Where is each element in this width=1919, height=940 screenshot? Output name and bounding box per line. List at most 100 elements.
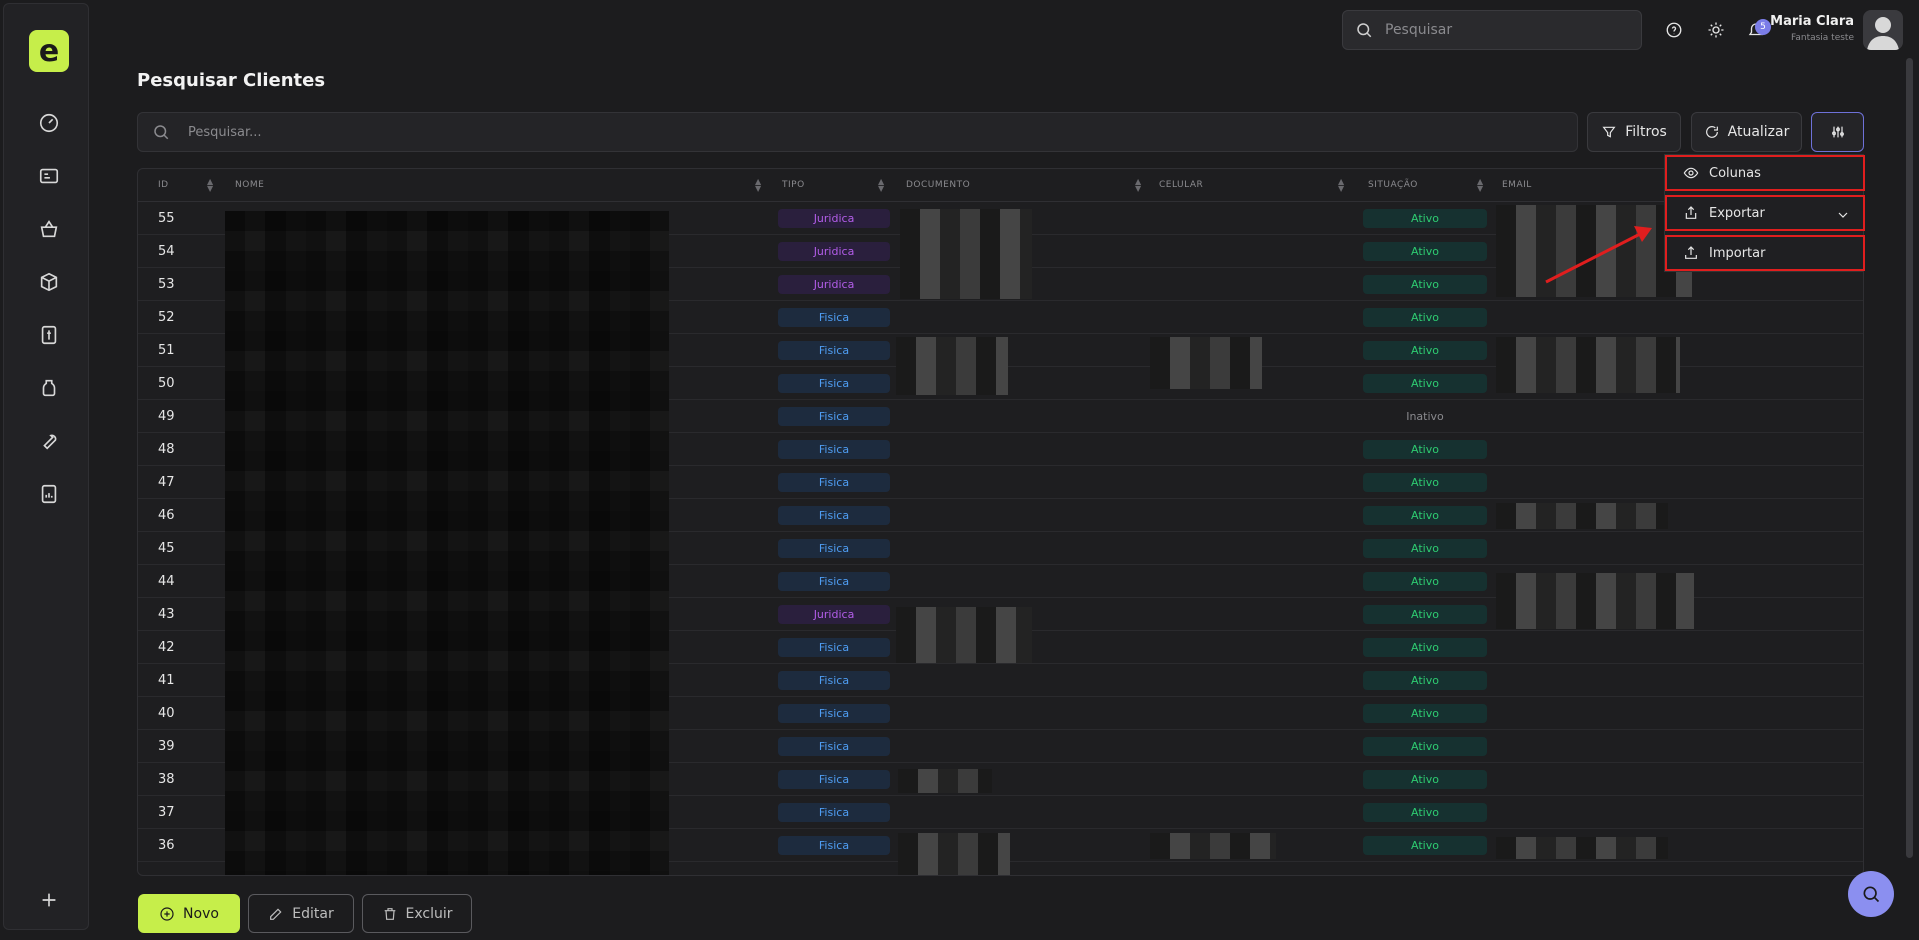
page-title: Pesquisar Clientes: [137, 70, 326, 91]
wrench-icon[interactable]: [37, 429, 61, 453]
status-badge: Ativo: [1363, 308, 1487, 327]
status-badge: Ativo: [1363, 770, 1487, 789]
status-badge: Ativo: [1363, 704, 1487, 723]
new-button[interactable]: Novo: [138, 894, 240, 933]
filters-button[interactable]: Filtros: [1587, 112, 1681, 152]
menu-item-export[interactable]: Exportar: [1665, 195, 1865, 231]
tipo-badge: Juridica: [778, 242, 890, 261]
cell-id: 36: [158, 838, 175, 853]
cell-id: 45: [158, 541, 175, 556]
redacted-documento: [898, 833, 1010, 875]
user-name[interactable]: Maria Clara: [1770, 14, 1854, 29]
clients-search-input[interactable]: Pesquisar...: [137, 112, 1578, 152]
tipo-badge: Fisica: [778, 671, 890, 690]
dashboard-icon[interactable]: [37, 111, 61, 135]
menu-item-export-label: Exportar: [1709, 205, 1765, 221]
cell-id: 38: [158, 772, 175, 787]
sort-icon[interactable]: ▲ ▼: [207, 178, 213, 193]
tipo-badge: Fisica: [778, 836, 890, 855]
sort-icon[interactable]: ▲ ▼: [1135, 178, 1141, 193]
menu-item-columns[interactable]: Colunas: [1665, 155, 1865, 191]
refresh-icon: [1705, 126, 1718, 138]
refresh-button[interactable]: Atualizar: [1691, 112, 1802, 152]
redacted-email: [1496, 573, 1694, 629]
user-company: Fantasia teste: [1791, 33, 1854, 43]
settings-button[interactable]: [1811, 112, 1864, 152]
tipo-badge: Fisica: [778, 770, 890, 789]
theme-toggle-icon[interactable]: [1705, 19, 1727, 41]
sort-icon[interactable]: ▲ ▼: [878, 178, 884, 193]
cell-id: 40: [158, 706, 175, 721]
cell-id: 53: [158, 277, 175, 292]
column-header-email[interactable]: EMAIL: [1502, 180, 1532, 190]
search-icon: [1357, 23, 1372, 38]
status-badge: Ativo: [1363, 836, 1487, 855]
cell-id: 37: [158, 805, 175, 820]
tipo-badge: Fisica: [778, 539, 890, 558]
cell-id: 47: [158, 475, 175, 490]
redacted-email: [1496, 503, 1668, 529]
tipo-badge: Fisica: [778, 341, 890, 360]
tipo-badge: Fisica: [778, 506, 890, 525]
tipo-badge: Fisica: [778, 407, 890, 426]
search-icon: [154, 125, 169, 140]
search-icon: [1863, 886, 1880, 903]
status-badge: Ativo: [1363, 275, 1487, 294]
chevron-down-icon[interactable]: [1835, 207, 1851, 223]
tipo-badge: Fisica: [778, 704, 890, 723]
column-header-id[interactable]: ID: [158, 180, 169, 190]
menu-item-columns-label: Colunas: [1709, 165, 1761, 181]
cell-id: 44: [158, 574, 175, 589]
plus-icon[interactable]: [37, 888, 61, 912]
redacted-email: [1496, 337, 1680, 393]
annotation-arrow: [1545, 226, 1652, 284]
edit-icon: [270, 907, 282, 920]
refresh-label: Atualizar: [1727, 124, 1790, 140]
status-badge: Ativo: [1363, 209, 1487, 228]
trash-icon: [384, 907, 395, 920]
status-badge: Ativo: [1363, 737, 1487, 756]
search-fab[interactable]: [1848, 871, 1894, 917]
tipo-badge: Fisica: [778, 572, 890, 591]
status-badge: Ativo: [1363, 539, 1487, 558]
status-badge: Ativo: [1363, 506, 1487, 525]
avatar[interactable]: [1863, 10, 1903, 50]
global-search-input[interactable]: Pesquisar: [1342, 10, 1642, 50]
menu-item-import[interactable]: Importar: [1665, 235, 1865, 271]
status-badge: Ativo: [1363, 374, 1487, 393]
column-header-tipo[interactable]: TIPO: [782, 180, 805, 190]
status-badge: Ativo: [1363, 605, 1487, 624]
status-badge: Inativo: [1406, 410, 1444, 423]
sort-icon[interactable]: ▲ ▼: [1477, 178, 1483, 193]
cell-id: 51: [158, 343, 175, 358]
id-card-icon[interactable]: [37, 164, 61, 188]
report-icon[interactable]: [37, 482, 61, 506]
column-header-documento[interactable]: DOCUMENTO: [906, 180, 970, 190]
tipo-badge: Fisica: [778, 803, 890, 822]
redacted-celular: [1150, 337, 1262, 389]
column-header-celular[interactable]: CELULAR: [1159, 180, 1203, 190]
app-logo[interactable]: e: [29, 30, 69, 72]
edit-button[interactable]: Editar: [248, 894, 354, 933]
notifications-badge: 5: [1755, 19, 1771, 35]
sliders-icon: [1831, 126, 1844, 138]
tipo-badge: Fisica: [778, 737, 890, 756]
eye-icon: [1683, 167, 1699, 179]
tipo-badge: Fisica: [778, 440, 890, 459]
box-icon[interactable]: [37, 270, 61, 294]
page-scrollbar[interactable]: [1906, 58, 1913, 858]
column-header-nome[interactable]: NOME: [235, 180, 264, 190]
sort-icon[interactable]: ▲ ▼: [1338, 178, 1344, 193]
help-icon[interactable]: [1663, 19, 1685, 41]
tipo-badge: Juridica: [778, 209, 890, 228]
edit-label: Editar: [292, 905, 334, 922]
jar-icon[interactable]: [37, 376, 61, 400]
table-options-menu: Colunas Exportar Importar: [1664, 154, 1865, 272]
money-document-icon[interactable]: [37, 323, 61, 347]
delete-button[interactable]: Excluir: [362, 894, 472, 933]
column-header-situacao[interactable]: SITUAÇÃO: [1368, 180, 1418, 190]
sort-icon[interactable]: ▲ ▼: [755, 178, 761, 193]
basket-icon[interactable]: [37, 217, 61, 241]
cell-id: 55: [158, 211, 175, 226]
tipo-badge: Juridica: [778, 275, 890, 294]
